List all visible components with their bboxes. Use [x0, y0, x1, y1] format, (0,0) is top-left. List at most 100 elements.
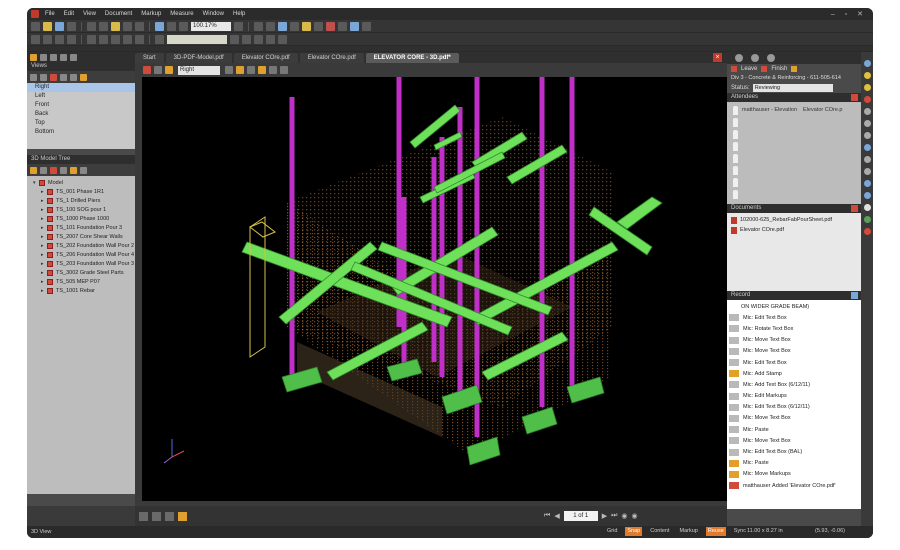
snap-toggle[interactable]: Snap [625, 527, 643, 536]
attendee-row[interactable] [727, 164, 861, 176]
record-entry[interactable]: Mic: Move Text Box [727, 335, 861, 346]
highlighter-icon[interactable] [266, 21, 275, 31]
cloud-icon[interactable] [314, 21, 323, 31]
tree-item[interactable]: ▸ TS_1001 Rebar [27, 286, 135, 295]
view-item-right[interactable]: Right [27, 83, 135, 92]
text-align-icon[interactable] [278, 34, 287, 44]
app-logo-icon[interactable] [31, 10, 39, 18]
3d-dropdown-icon[interactable] [154, 66, 162, 74]
attendee-row[interactable] [727, 188, 861, 200]
copy-icon[interactable] [99, 21, 108, 31]
bookmarks-tab-icon[interactable] [40, 53, 47, 61]
visibility-checkbox[interactable] [39, 179, 45, 186]
menu-window[interactable]: Window [203, 11, 224, 17]
tab-3d-pdf-model[interactable]: 3D-PDF-Model.pdf [165, 53, 232, 63]
attendee-row[interactable] [727, 152, 861, 164]
thumbnails-tab-icon[interactable] [30, 53, 37, 61]
arrow-icon[interactable] [863, 132, 871, 139]
tab-start[interactable]: Start [135, 53, 164, 63]
visibility-checkbox[interactable] [47, 224, 53, 231]
cursor-icon[interactable] [863, 60, 871, 67]
3d-views-icon[interactable] [165, 66, 173, 74]
record-entry[interactable]: Mic: Edit Text Box (6/12/11) [727, 402, 861, 413]
explode-icon[interactable] [70, 166, 77, 174]
opacity-icon[interactable] [135, 34, 144, 44]
window-controls[interactable]: – ▫ ✕ [831, 10, 867, 18]
eraser-icon[interactable] [863, 96, 871, 103]
view-item-back[interactable]: Back [27, 110, 135, 119]
back-icon[interactable]: ◉ [621, 512, 627, 520]
tree-item[interactable]: ▸ TS_505 MEP P07 [27, 277, 135, 286]
record-filter-icon[interactable] [851, 292, 858, 299]
grid-toggle[interactable]: Grid [605, 527, 619, 536]
record-entry[interactable]: Mic: Paste [727, 424, 861, 435]
next-page-icon[interactable]: ▶ [602, 512, 607, 520]
menu-measure[interactable]: Measure [170, 11, 193, 17]
refresh-icon[interactable] [40, 73, 47, 81]
record-entry[interactable]: Mic: Move Markups [727, 469, 861, 480]
background-color-icon[interactable] [269, 66, 277, 74]
visibility-checkbox[interactable] [47, 278, 53, 285]
open-folder-icon[interactable] [43, 21, 52, 31]
arrow-icon[interactable] [362, 21, 371, 31]
document-item[interactable]: Elevator COre.pdf [727, 225, 861, 235]
record-entry[interactable]: matthauser Added 'Elevator COre.pdf' [727, 480, 861, 491]
attendee-row[interactable]: matthauser - Elevation Elevator COre.p [727, 104, 861, 116]
visibility-checkbox[interactable] [47, 287, 53, 294]
isolate-icon[interactable] [50, 166, 57, 174]
next-view-icon[interactable] [70, 73, 77, 81]
ellipse-icon[interactable] [863, 156, 871, 163]
last-page-icon[interactable]: ⏭ [611, 512, 617, 520]
tab-elevator-core-2[interactable]: Elevator COre.pdf [299, 53, 364, 63]
tab-elevator-core-1[interactable]: Elevator COre.pdf [233, 53, 298, 63]
record-entry[interactable]: Mic: Add Text Box (6/12/11) [727, 379, 861, 390]
tree-item-model[interactable]: ▾ Model [27, 178, 135, 187]
visibility-checkbox[interactable] [47, 242, 53, 249]
menu-document[interactable]: Document [105, 11, 132, 17]
home-view-icon[interactable] [80, 73, 87, 81]
line-color-icon[interactable] [111, 34, 120, 44]
model-tab-icon[interactable] [70, 53, 77, 61]
pen-icon[interactable] [254, 21, 263, 31]
tree-item[interactable]: ▸ TS_203 Foundation Wall Pour 3 [27, 259, 135, 268]
attendees-close-icon[interactable] [851, 94, 858, 101]
view-item-left[interactable]: Left [27, 92, 135, 101]
previous-view-icon[interactable] [60, 73, 67, 81]
record-entry[interactable]: Mic: Paste [727, 458, 861, 469]
markup-toggle[interactable]: Markup [678, 527, 700, 536]
leave-button[interactable]: Leave [741, 66, 757, 72]
stamp-icon[interactable] [863, 216, 871, 223]
zoom-dropdown-icon[interactable] [234, 21, 243, 31]
polygon-icon[interactable] [863, 168, 871, 175]
record-entry[interactable]: Mic: Move Text Box [727, 413, 861, 424]
tab-elevator-core-3d[interactable]: ELEVATOR CORE - 3D.pdf* [365, 53, 459, 63]
save-icon[interactable] [55, 21, 64, 31]
close-tab-icon[interactable]: × [713, 53, 722, 62]
expand-icon[interactable]: ▸ [41, 225, 45, 231]
note-icon[interactable] [863, 72, 871, 79]
visibility-checkbox[interactable] [47, 197, 53, 204]
views-tab-icon[interactable] [60, 53, 67, 61]
expand-icon[interactable]: ▸ [41, 279, 45, 285]
tree-item[interactable]: ▸ TS_1 Drilled Piers [27, 196, 135, 205]
fill-color-icon[interactable] [123, 34, 132, 44]
record-entry[interactable]: Mic: Edit Text Box (BAL) [727, 446, 861, 457]
continuous-icon[interactable] [152, 511, 161, 521]
play-icon[interactable] [60, 166, 67, 174]
tree-item[interactable]: ▸ TS_101 Foundation Pour 3 [27, 223, 135, 232]
grid-icon[interactable] [31, 34, 40, 44]
record-entry[interactable]: Mic: Move Text Box [727, 346, 861, 357]
expand-icon[interactable]: ▸ [41, 207, 45, 213]
tree-item[interactable]: ▸ TS_001 Phase 1R1 [27, 187, 135, 196]
pan-icon[interactable] [167, 21, 176, 31]
status-select[interactable]: Reviewing [752, 84, 833, 92]
visibility-checkbox[interactable] [47, 215, 53, 222]
record-entry[interactable]: Mic: Rotate Text Box [727, 323, 861, 334]
font-name-field[interactable] [167, 34, 227, 44]
session-menu-icon[interactable] [791, 66, 798, 72]
record-entry[interactable]: Mic: Edit Markups [727, 391, 861, 402]
leave-icon[interactable] [731, 66, 737, 72]
layers-tab-icon[interactable] [50, 53, 57, 61]
pen-tab-icon[interactable] [767, 54, 775, 62]
hide-icon[interactable] [40, 166, 47, 174]
